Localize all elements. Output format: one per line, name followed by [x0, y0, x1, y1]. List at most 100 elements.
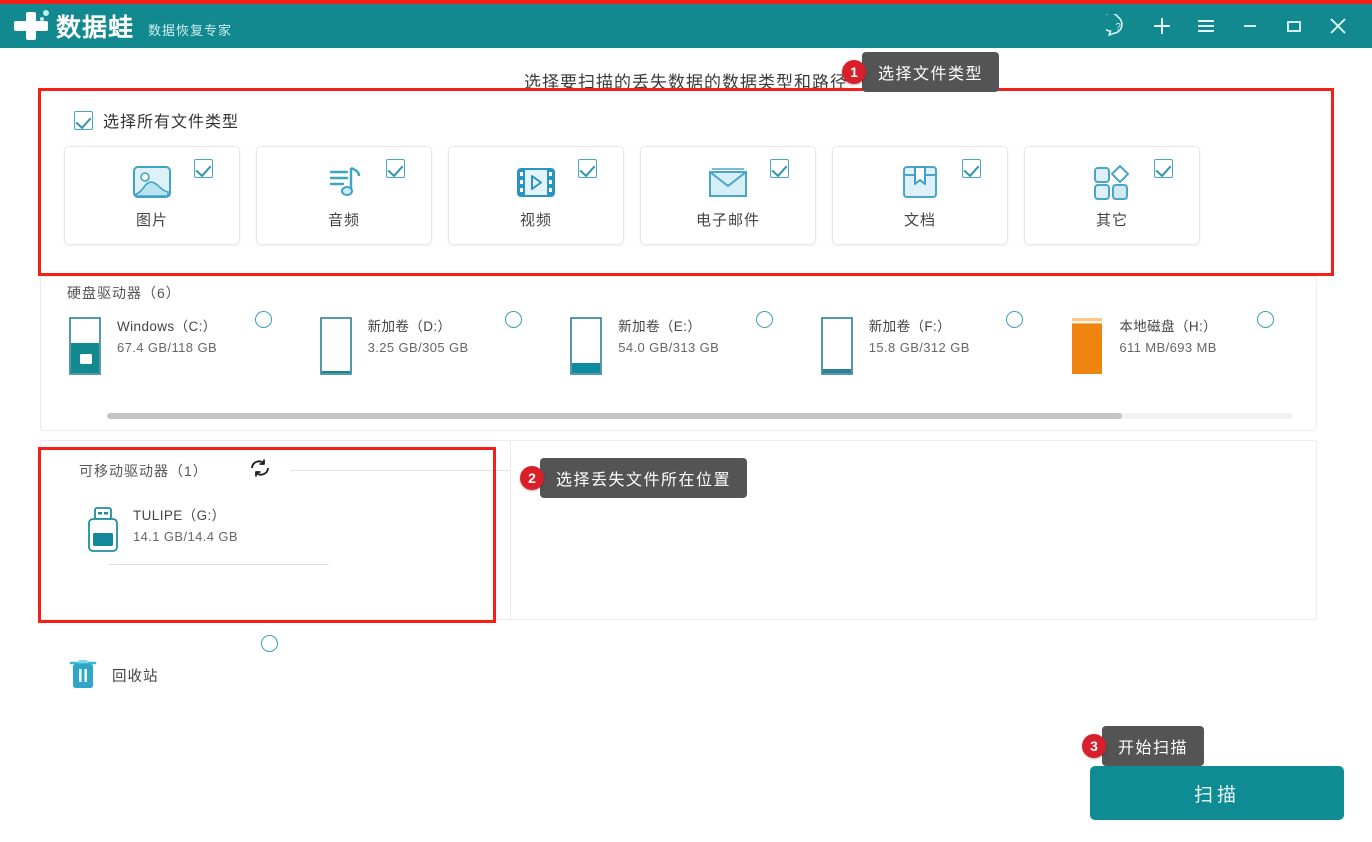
drive-radio[interactable] — [255, 311, 272, 328]
drive-item-c[interactable]: Windows（C:） 67.4 GB/118 GB — [63, 317, 314, 380]
image-icon — [129, 161, 175, 205]
audio-icon — [321, 161, 367, 205]
drive-size: 3.25 GB/305 GB — [368, 338, 469, 358]
recycle-bin-item[interactable]: 回收站 — [68, 630, 318, 695]
drive-info: 本地磁盘（H:） 611 MB/693 MB — [1119, 317, 1217, 358]
file-type-card-audio[interactable]: 音频 — [256, 146, 432, 245]
callout-text: 开始扫描 — [1102, 726, 1204, 766]
scrollbar-thumb[interactable] — [107, 413, 1122, 419]
removable-section-label: 可移动驱动器（1） — [79, 461, 208, 481]
file-type-card-video[interactable]: 视频 — [448, 146, 624, 245]
drive-name: Windows（C:） — [117, 317, 217, 338]
drive-info: 新加卷（F:） 15.8 GB/312 GB — [869, 317, 970, 358]
drive-radio[interactable] — [1006, 311, 1023, 328]
drive-info: Windows（C:） 67.4 GB/118 GB — [117, 317, 217, 358]
menu-icon[interactable] — [1186, 6, 1226, 46]
callout-3: 3 开始扫描 — [1082, 726, 1204, 766]
maximize-icon[interactable] — [1274, 6, 1314, 46]
recycle-bin-radio[interactable] — [261, 635, 278, 652]
brand: 数据蛙 数据恢复专家 — [0, 8, 232, 44]
other-icon — [1089, 161, 1135, 205]
other-checkbox[interactable] — [1154, 159, 1173, 178]
window-controls: ? — [1098, 6, 1372, 46]
callout-2: 2 选择丢失文件所在位置 — [520, 458, 747, 498]
email-icon — [703, 161, 753, 205]
drive-info: 新加卷（E:） 54.0 GB/313 GB — [618, 317, 719, 358]
removable-item-underline — [109, 564, 329, 565]
drive-item-e[interactable]: 新加卷（E:） 54.0 GB/313 GB — [564, 317, 815, 380]
svg-text:?: ? — [1115, 22, 1121, 33]
drive-info: TULIPE（G:） 14.1 GB/14.4 GB — [133, 506, 238, 547]
drive-list-scrollbar[interactable] — [107, 413, 1293, 419]
callout-number: 3 — [1082, 734, 1106, 758]
windows-drive-icon — [69, 317, 105, 380]
email-checkbox[interactable] — [770, 159, 789, 178]
file-type-card-list: 图片 音频 — [40, 132, 1332, 245]
image-checkbox[interactable] — [194, 159, 213, 178]
drive-item-f[interactable]: 新加卷（F:） 15.8 GB/312 GB — [815, 317, 1066, 380]
drive-size: 54.0 GB/313 GB — [618, 338, 719, 358]
video-checkbox[interactable] — [578, 159, 597, 178]
cd-drive-icon — [1071, 317, 1107, 380]
drive-icon — [821, 317, 857, 380]
annotation-top-line — [0, 0, 1372, 4]
select-all-checkbox[interactable] — [74, 111, 93, 130]
file-type-card-other[interactable]: 其它 — [1024, 146, 1200, 245]
file-type-label: 电子邮件 — [696, 209, 760, 230]
file-type-card-document[interactable]: 文档 — [832, 146, 1008, 245]
file-type-label: 其它 — [1096, 209, 1128, 230]
document-checkbox[interactable] — [962, 159, 981, 178]
drive-size: 67.4 GB/118 GB — [117, 338, 217, 358]
drive-icon — [320, 317, 356, 380]
hard-drive-list: Windows（C:） 67.4 GB/118 GB 新加卷（D:） 3.25 … — [41, 303, 1316, 380]
help-icon[interactable]: ? — [1098, 6, 1138, 46]
drive-name: 新加卷（F:） — [869, 317, 970, 338]
file-type-label: 音频 — [328, 209, 360, 230]
callout-number: 2 — [520, 466, 544, 490]
plus-icon[interactable] — [1142, 6, 1182, 46]
file-type-card-email[interactable]: 电子邮件 — [640, 146, 816, 245]
trash-icon — [68, 656, 98, 695]
usb-drive-icon — [85, 506, 121, 565]
drive-info: 新加卷（D:） 3.25 GB/305 GB — [368, 317, 469, 358]
file-type-panel: 选择所有文件类型 图片 — [40, 92, 1332, 274]
drive-size: 15.8 GB/312 GB — [869, 338, 970, 358]
brand-tagline: 数据恢复专家 — [148, 20, 232, 39]
drive-size: 14.1 GB/14.4 GB — [133, 527, 238, 547]
select-all-label: 选择所有文件类型 — [103, 108, 239, 132]
drive-name: 新加卷（D:） — [368, 317, 469, 338]
drive-item-d[interactable]: 新加卷（D:） 3.25 GB/305 GB — [314, 317, 565, 380]
audio-checkbox[interactable] — [386, 159, 405, 178]
page-title: 选择要扫描的丢失数据的数据类型和路径 — [0, 68, 1372, 93]
hard-drive-section-label: 硬盘驱动器（6） — [41, 277, 1316, 303]
select-all-file-types-row[interactable]: 选择所有文件类型 — [40, 92, 1332, 132]
file-type-label: 视频 — [520, 209, 552, 230]
drive-radio[interactable] — [1257, 311, 1274, 328]
app-window: 数据蛙 数据恢复专家 ? — [0, 0, 1372, 842]
drive-icon — [570, 317, 606, 380]
brand-name: 数据蛙 — [56, 8, 134, 44]
minimize-icon[interactable] — [1230, 6, 1270, 46]
drive-name: 新加卷（E:） — [618, 317, 719, 338]
recycle-bin-label: 回收站 — [112, 665, 159, 686]
drive-size: 611 MB/693 MB — [1119, 338, 1217, 358]
drive-radio[interactable] — [756, 311, 773, 328]
scan-button[interactable]: 扫描 — [1090, 766, 1344, 820]
drive-name: 本地磁盘（H:） — [1119, 317, 1217, 338]
drive-item-h[interactable]: 本地磁盘（H:） 611 MB/693 MB — [1065, 317, 1316, 380]
drive-name: TULIPE（G:） — [133, 506, 238, 527]
video-icon — [513, 161, 559, 205]
file-type-label: 文档 — [904, 209, 936, 230]
drive-radio[interactable] — [505, 311, 522, 328]
callout-text: 选择丢失文件所在位置 — [540, 458, 747, 498]
title-bar: 数据蛙 数据恢复专家 ? — [0, 4, 1372, 48]
callout-1: 1 选择文件类型 — [842, 52, 999, 92]
removable-drive-item-g[interactable]: TULIPE（G:） 14.1 GB/14.4 GB — [41, 484, 301, 565]
hard-drive-panel: 硬盘驱动器（6） Windows（C:） 67.4 GB/118 GB — [40, 276, 1317, 431]
refresh-icon[interactable] — [248, 457, 272, 484]
callout-number: 1 — [842, 60, 866, 84]
file-type-label: 图片 — [136, 209, 168, 230]
frog-cross-logo-icon — [14, 11, 48, 41]
file-type-card-image[interactable]: 图片 — [64, 146, 240, 245]
close-icon[interactable] — [1318, 6, 1358, 46]
